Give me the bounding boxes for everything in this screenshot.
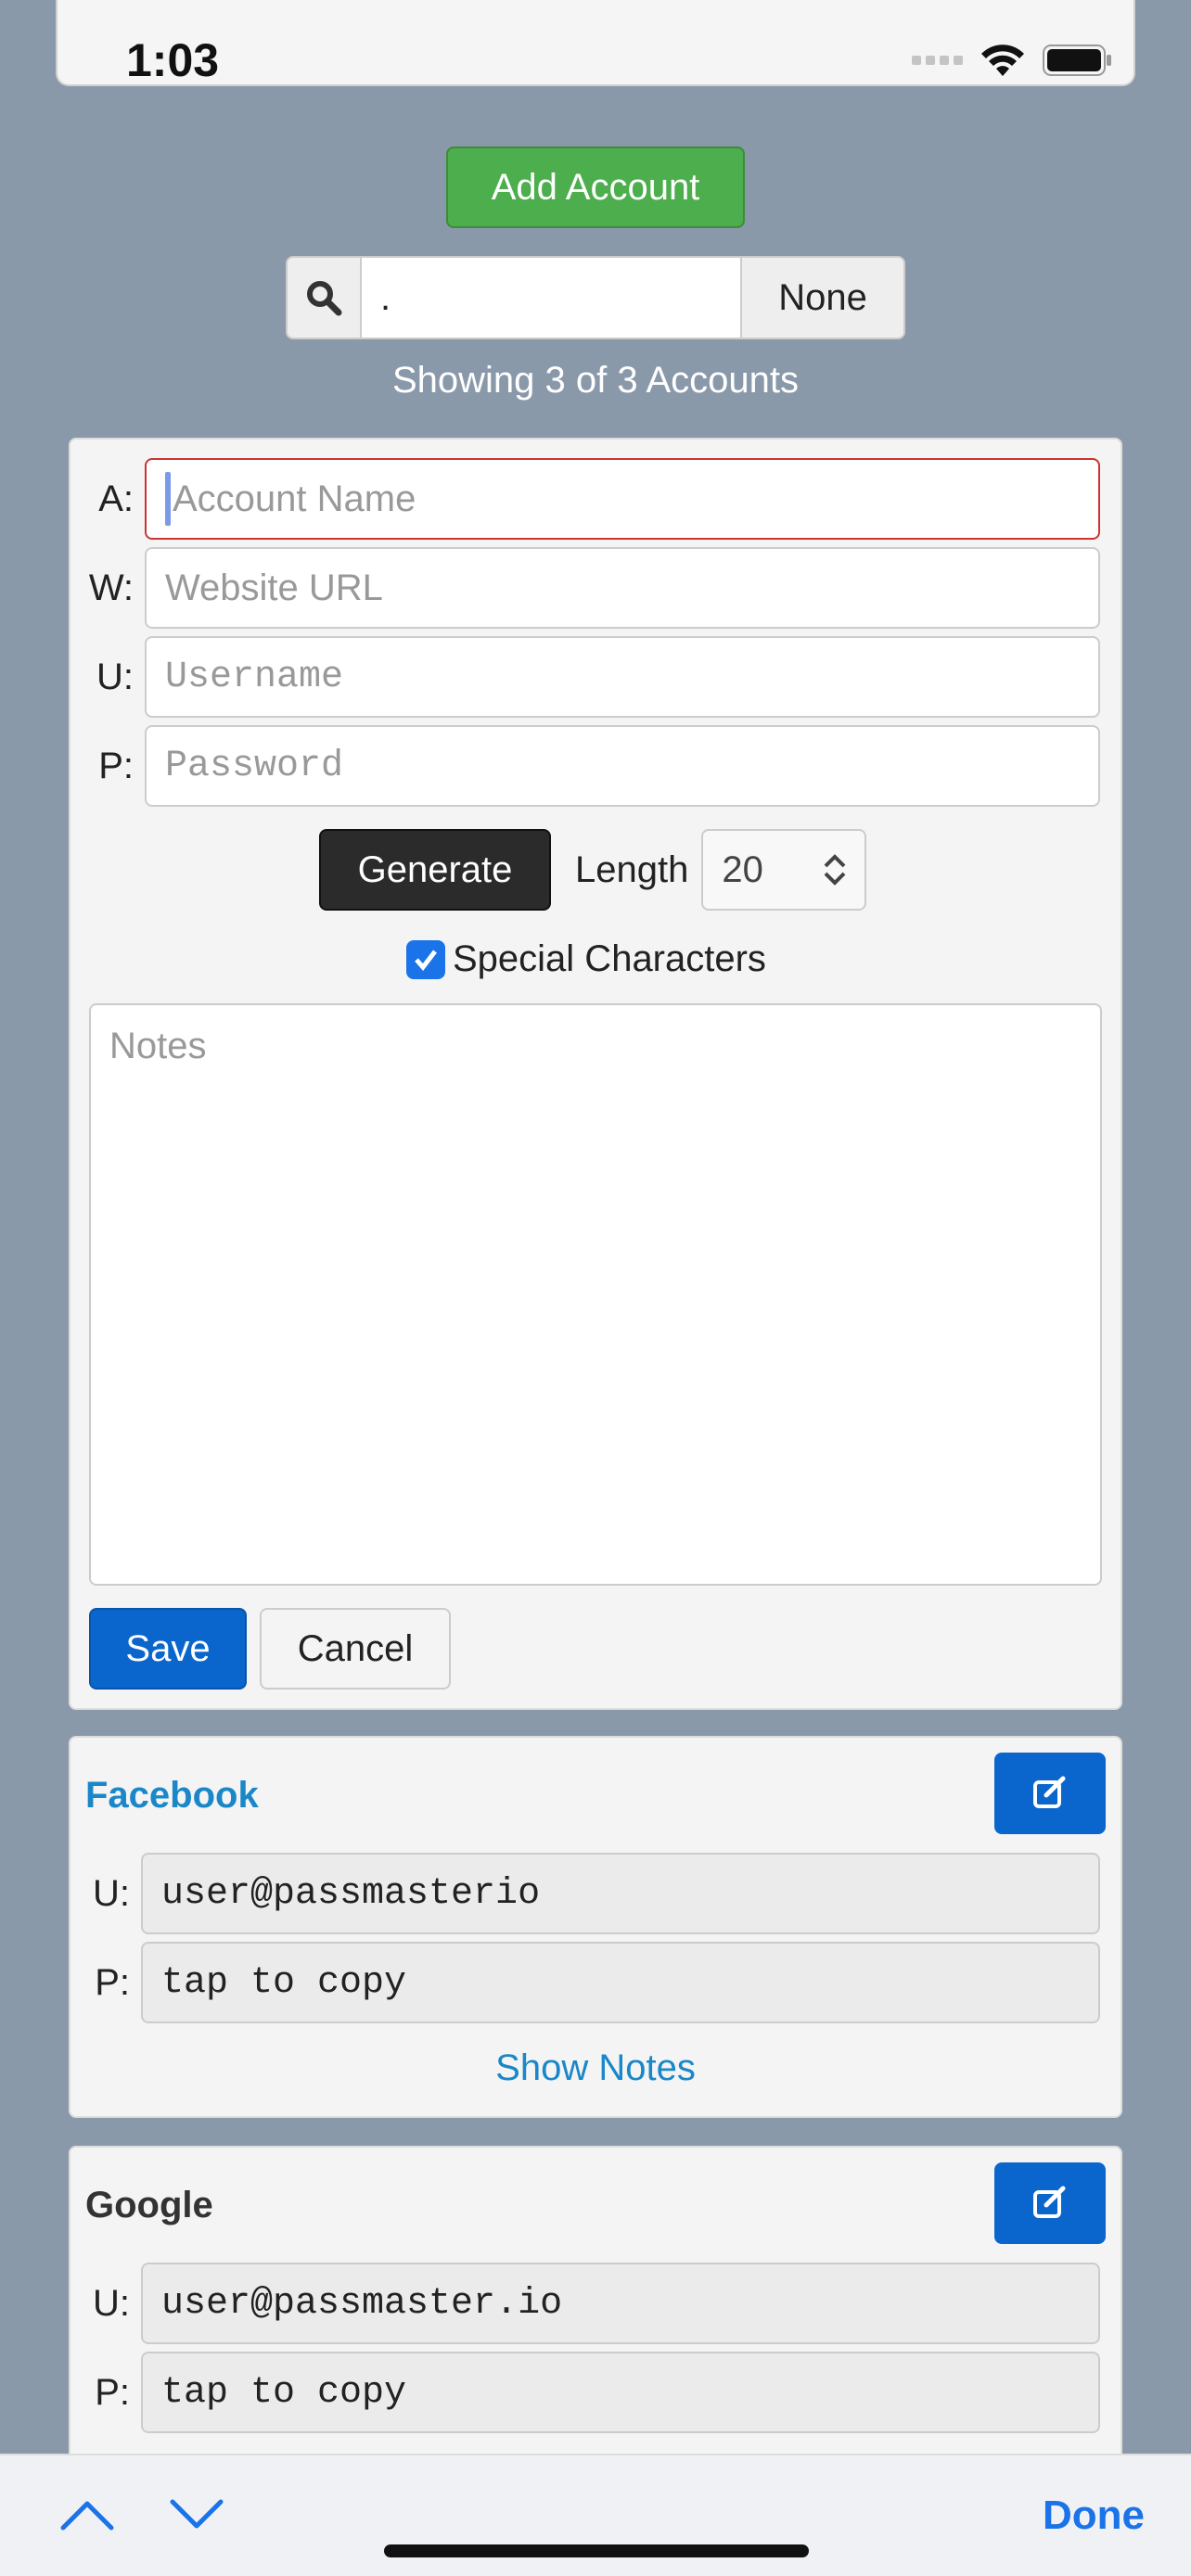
showing-row: Showing 3 of 3 Accounts [0, 360, 1191, 402]
account-title[interactable]: Google [85, 2185, 213, 2226]
password-label: P: [95, 1961, 130, 2003]
length-label: Length [575, 848, 689, 890]
search-icon [307, 281, 342, 316]
none-button[interactable]: None [740, 256, 905, 339]
password-label: P: [95, 2371, 130, 2413]
edit-account-button[interactable] [994, 1753, 1106, 1834]
status-bar: 1:03 [56, 0, 1135, 86]
add-account-button[interactable]: Add Account [446, 147, 745, 228]
special-characters-label: Special Characters [453, 938, 766, 979]
notes-textarea[interactable]: Notes [89, 1003, 1102, 1586]
home-indicator [384, 2544, 809, 2557]
status-time: 1:03 [126, 34, 220, 86]
password-copy-field[interactable]: tap to copy [141, 1942, 1100, 2023]
account-title[interactable]: Facebook [85, 1775, 259, 1817]
password-copy-field[interactable]: tap to copy [141, 2352, 1100, 2433]
generate-button[interactable]: Generate [319, 829, 551, 911]
account-name-row: A: Account Name [70, 458, 1100, 540]
checkmark-icon [415, 949, 437, 971]
password-label: P: [98, 745, 134, 786]
password-input[interactable]: Password [145, 725, 1100, 807]
keyboard-accessory-bar: Done [0, 2454, 1191, 2576]
username-row: U: Username [70, 636, 1100, 718]
add-account-row: Add Account [0, 147, 1191, 228]
username-label: U: [93, 1872, 130, 1914]
website-label: W: [88, 567, 134, 608]
wifi-icon [981, 45, 1024, 76]
account-name-input[interactable]: Account Name [145, 458, 1100, 540]
cellular-signal-icon [912, 56, 963, 65]
username-input[interactable]: Username [145, 636, 1100, 718]
length-select[interactable]: 20 [701, 829, 867, 911]
account-card-facebook: Facebook U: user@passmasterio P: tap to … [69, 1736, 1122, 2118]
website-row: W: Website URL [70, 547, 1100, 629]
password-row: P: tap to copy [70, 2352, 1100, 2433]
username-value[interactable]: user@passmaster.io [141, 2263, 1100, 2344]
username-row: U: user@passmaster.io [70, 2263, 1100, 2344]
search-addon [286, 256, 362, 339]
form-actions: Save Cancel [89, 1608, 451, 1690]
show-notes-link[interactable]: Show Notes [70, 2047, 1121, 2089]
save-button[interactable]: Save [89, 1608, 247, 1690]
special-characters-row: Special Characters [406, 938, 766, 980]
status-icons [912, 43, 1113, 78]
search-group: . None [286, 256, 905, 339]
chevron-updown-icon [824, 854, 846, 886]
edit-icon [1033, 1776, 1066, 1808]
new-account-form: A: Account Name W: Website URL U: Userna… [69, 438, 1122, 1710]
special-characters-checkbox[interactable] [406, 939, 445, 979]
password-row: P: tap to copy [70, 1942, 1100, 2023]
website-url-input[interactable]: Website URL [145, 547, 1100, 629]
generate-row: Generate Length 20 [319, 829, 867, 911]
account-name-label: A: [98, 478, 134, 519]
cancel-button[interactable]: Cancel [260, 1608, 451, 1690]
username-label: U: [96, 656, 134, 697]
account-name-placeholder: Account Name [173, 478, 416, 519]
battery-icon [1043, 45, 1111, 76]
username-label: U: [93, 2282, 130, 2324]
chevron-up-icon[interactable] [59, 2498, 115, 2531]
text-caret [165, 472, 171, 526]
username-value[interactable]: user@passmasterio [141, 1853, 1100, 1934]
search-input[interactable]: . [362, 256, 740, 339]
username-row: U: user@passmasterio [70, 1853, 1100, 1934]
done-button[interactable]: Done [1043, 2493, 1145, 2539]
search-row: . None [0, 256, 1191, 339]
edit-icon [1033, 2186, 1066, 2218]
length-value: 20 [722, 848, 763, 890]
edit-account-button[interactable] [994, 2162, 1106, 2244]
showing-count-text: Showing 3 of 3 Accounts [391, 360, 800, 401]
chevron-down-icon[interactable] [169, 2498, 224, 2531]
password-row: P: Password [70, 725, 1100, 807]
